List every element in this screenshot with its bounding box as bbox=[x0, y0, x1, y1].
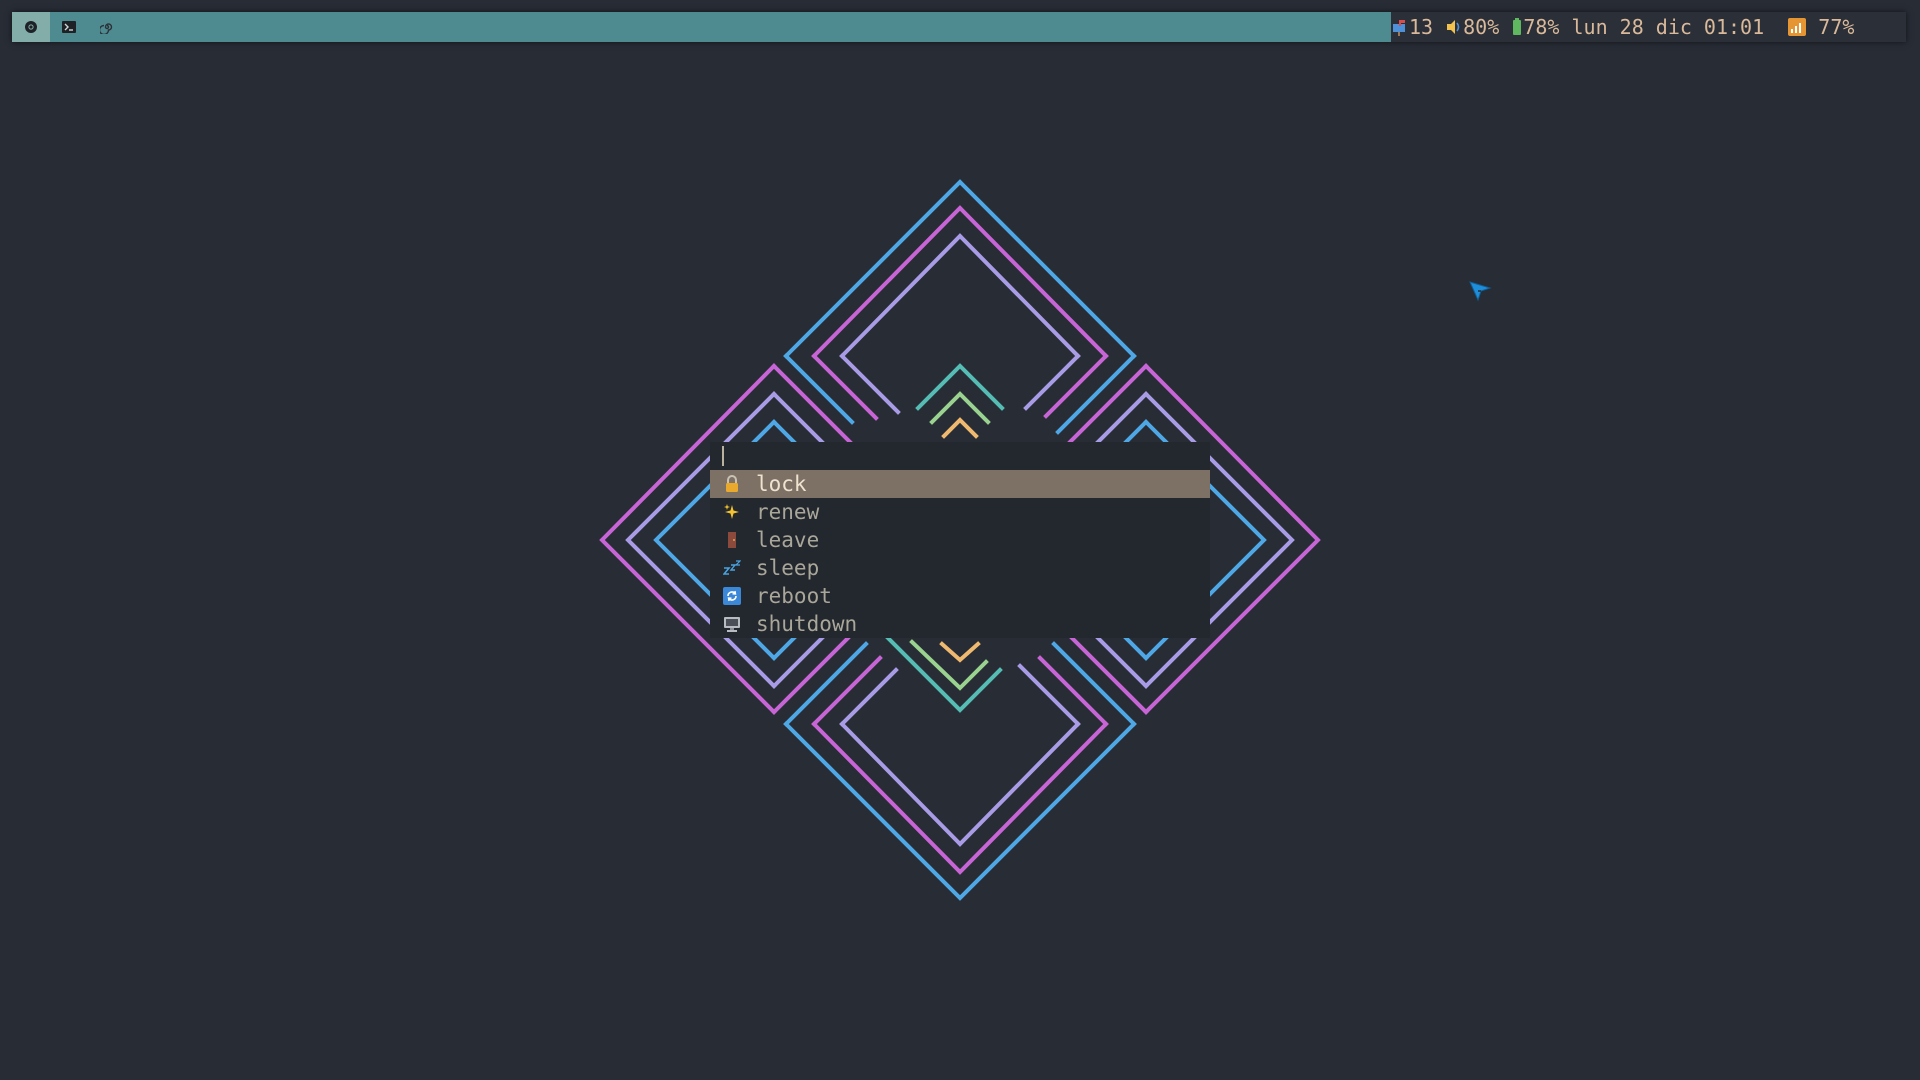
workspace-2-button[interactable] bbox=[50, 12, 88, 42]
refresh-icon bbox=[723, 587, 741, 605]
notification-count: 13 bbox=[1409, 15, 1434, 39]
menu-item-label: renew bbox=[756, 500, 820, 524]
wifi-level[interactable]: 77% bbox=[1818, 15, 1854, 39]
menu-item-reboot[interactable]: reboot bbox=[710, 582, 1210, 610]
status-area: 13 80% 78% lun 28 dic 01:01 77% bbox=[1391, 12, 1854, 42]
menu-item-renew[interactable]: renew bbox=[710, 498, 1210, 526]
zzz-icon bbox=[723, 560, 741, 575]
workspace-1-button[interactable] bbox=[12, 12, 50, 42]
spiral-icon bbox=[100, 23, 113, 34]
menu-item-leave[interactable]: leave bbox=[710, 526, 1210, 554]
menu-item-sleep[interactable]: sleep bbox=[710, 554, 1210, 582]
menu-item-label: shutdown bbox=[756, 612, 858, 636]
datetime[interactable]: lun 28 dic 01:01 bbox=[1571, 15, 1764, 39]
power-menu: lock renew leave sleep reboot shutdown bbox=[710, 442, 1210, 638]
speaker-icon[interactable] bbox=[1445, 18, 1463, 36]
sparkles-icon bbox=[724, 504, 739, 519]
computer-icon bbox=[724, 617, 740, 632]
top-bar: 13 80% 78% lun 28 dic 01:01 77% bbox=[12, 12, 1906, 42]
menu-item-shutdown[interactable]: shutdown bbox=[710, 610, 1210, 638]
lock-icon bbox=[726, 475, 738, 492]
menu-item-lock[interactable]: lock bbox=[710, 470, 1210, 498]
door-icon bbox=[728, 532, 736, 548]
battery-level: 78% bbox=[1523, 15, 1560, 39]
menu-item-label: sleep bbox=[756, 556, 820, 580]
workspace-bar bbox=[12, 12, 1391, 42]
text-caret bbox=[722, 446, 724, 466]
workspace-3-button[interactable] bbox=[88, 12, 126, 42]
menu-search-input[interactable] bbox=[710, 442, 1210, 470]
signal-icon[interactable] bbox=[1788, 18, 1807, 36]
battery-icon bbox=[1513, 18, 1522, 35]
chrome-icon bbox=[25, 21, 37, 33]
volume-level[interactable]: 80% bbox=[1463, 15, 1499, 39]
menu-item-label: lock bbox=[756, 472, 807, 496]
menu-item-label: leave bbox=[756, 528, 820, 552]
mailbox-icon bbox=[1393, 20, 1405, 36]
terminal-icon bbox=[62, 21, 76, 33]
menu-item-label: reboot bbox=[756, 584, 832, 608]
mouse-cursor-icon bbox=[1469, 281, 1492, 302]
